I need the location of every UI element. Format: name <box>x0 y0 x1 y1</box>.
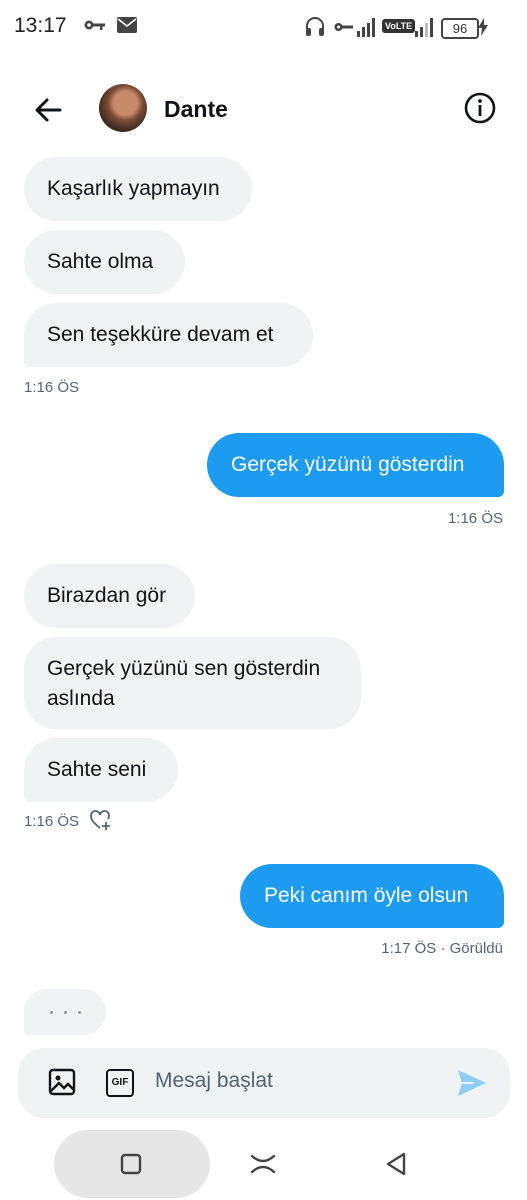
battery-indicator: 96 <box>441 18 479 39</box>
signal-icon <box>356 16 378 43</box>
back-nav-button[interactable] <box>384 1151 408 1182</box>
message-text: Sahte olma <box>47 250 154 273</box>
typing-dot <box>64 1011 67 1014</box>
message-bubble-incoming[interactable]: Birazdan gör <box>24 564 195 628</box>
arrow-left-icon <box>35 98 62 122</box>
charging-icon <box>478 18 488 41</box>
signal-icon-2 <box>414 16 436 43</box>
react-heart-icon[interactable] <box>89 809 113 836</box>
message-bubble-incoming[interactable]: Sen teşekküre devam et <box>24 303 313 367</box>
status-time: 13:17 <box>14 14 67 37</box>
message-text: Sen teşekküre devam et <box>47 323 274 346</box>
gif-button[interactable]: GIF <box>106 1069 134 1097</box>
message-text: Kaşarlık yapmayın <box>47 177 220 200</box>
message-bubble-incoming[interactable]: Gerçek yüzünü sen gösterdin aslında <box>24 637 361 729</box>
message-text: Gerçek yüzünü gösterdin <box>231 453 465 476</box>
vpn-key-icon <box>334 20 354 38</box>
avatar[interactable] <box>99 84 147 132</box>
message-input[interactable]: Mesaj başlat <box>155 1069 273 1093</box>
message-timestamp: 1:16 ÖS <box>447 510 503 527</box>
message-bubble-outgoing[interactable]: Peki canım öyle olsun <box>240 864 504 928</box>
back-button[interactable] <box>28 90 68 130</box>
message-text: Peki canım öyle olsun <box>264 884 469 907</box>
message-text: Sahte seni <box>47 758 147 781</box>
message-status: 1:17 ÖS · Görüldü <box>381 940 503 957</box>
system-nav-bar <box>0 1128 527 1200</box>
message-bubble-outgoing[interactable]: Gerçek yüzünü gösterdin <box>207 433 504 497</box>
typing-dot <box>50 1011 53 1014</box>
send-icon <box>458 1070 486 1096</box>
square-icon <box>120 1153 142 1175</box>
volte-badge: VoLTE <box>382 19 416 33</box>
message-timestamp: 1:16 ÖS <box>24 379 80 396</box>
status-bar: 13:17 VoLTE 96 <box>0 0 527 56</box>
message-text: Birazdan gör <box>47 584 167 607</box>
mail-icon <box>117 17 137 38</box>
typing-dot <box>78 1011 81 1014</box>
message-bubble-incoming[interactable]: Kaşarlık yapmayın <box>24 157 252 221</box>
home-chevrons-icon <box>250 1154 276 1174</box>
send-button[interactable] <box>456 1068 488 1103</box>
contact-name[interactable]: Dante <box>164 96 228 123</box>
message-composer: GIF Mesaj başlat <box>18 1048 510 1118</box>
info-icon <box>464 92 496 124</box>
image-icon[interactable] <box>48 1068 76 1101</box>
triangle-back-icon <box>386 1152 406 1176</box>
message-bubble-incoming[interactable]: Sahte olma <box>24 230 185 294</box>
message-text: Gerçek yüzünü sen gösterdin aslında <box>47 657 321 710</box>
info-button[interactable] <box>462 90 498 126</box>
home-button[interactable] <box>250 1152 276 1181</box>
message-bubble-incoming[interactable]: Sahte seni <box>24 738 178 802</box>
conversation-header: Dante <box>0 72 527 142</box>
recents-button[interactable] <box>120 1153 142 1180</box>
message-timestamp: 1:16 ÖS <box>24 813 80 830</box>
headphones-icon <box>304 16 326 43</box>
typing-indicator <box>24 989 106 1035</box>
gif-label: GIF <box>111 1077 129 1088</box>
key-icon <box>84 18 106 37</box>
